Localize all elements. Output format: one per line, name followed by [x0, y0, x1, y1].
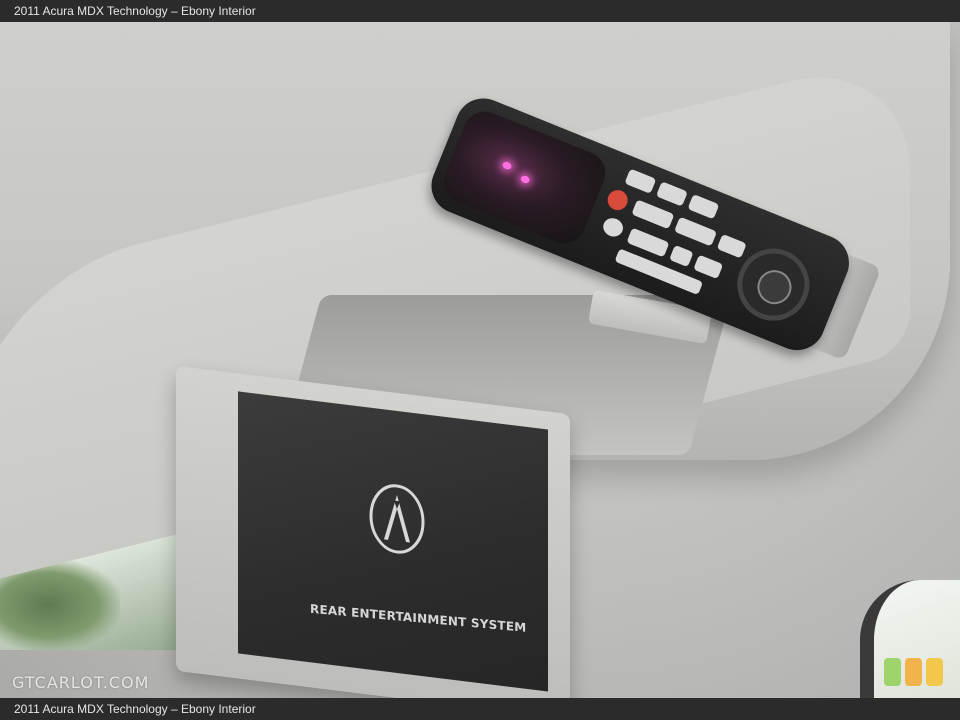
caption-bottom: 2011 Acura MDX Technology – Ebony Interi…	[0, 698, 960, 720]
rss-icon-yellow	[926, 658, 943, 686]
remote-button	[631, 199, 675, 230]
remote-button	[687, 194, 720, 220]
rss-icon-green	[884, 658, 901, 686]
remote-button	[600, 215, 626, 240]
acura-logo-icon	[369, 484, 425, 554]
monitor-screen: REAR ENTERTAINMENT SYSTEM	[238, 391, 548, 692]
remote-button	[655, 181, 688, 207]
remote-button	[624, 168, 657, 194]
remote-button	[693, 254, 724, 280]
caption-top: 2011 Acura MDX Technology – Ebony Interi…	[0, 0, 960, 22]
screen-title: REAR ENTERTAINMENT SYSTEM	[310, 601, 527, 635]
led-indicator	[501, 160, 513, 171]
site-watermark: GTCARLOT.COM	[12, 673, 150, 692]
rss-icon[interactable]	[884, 658, 946, 688]
interior-photo: REAR ENTERTAINMENT SYSTEM	[0, 0, 960, 720]
dpad-center	[752, 265, 797, 310]
remote-button	[674, 216, 718, 247]
power-button	[604, 187, 631, 214]
rss-icon-orange	[905, 658, 922, 686]
remote-button	[716, 233, 747, 259]
flip-down-monitor: REAR ENTERTAINMENT SYSTEM	[176, 365, 570, 720]
remote-button	[669, 244, 694, 268]
led-indicator	[519, 174, 531, 185]
